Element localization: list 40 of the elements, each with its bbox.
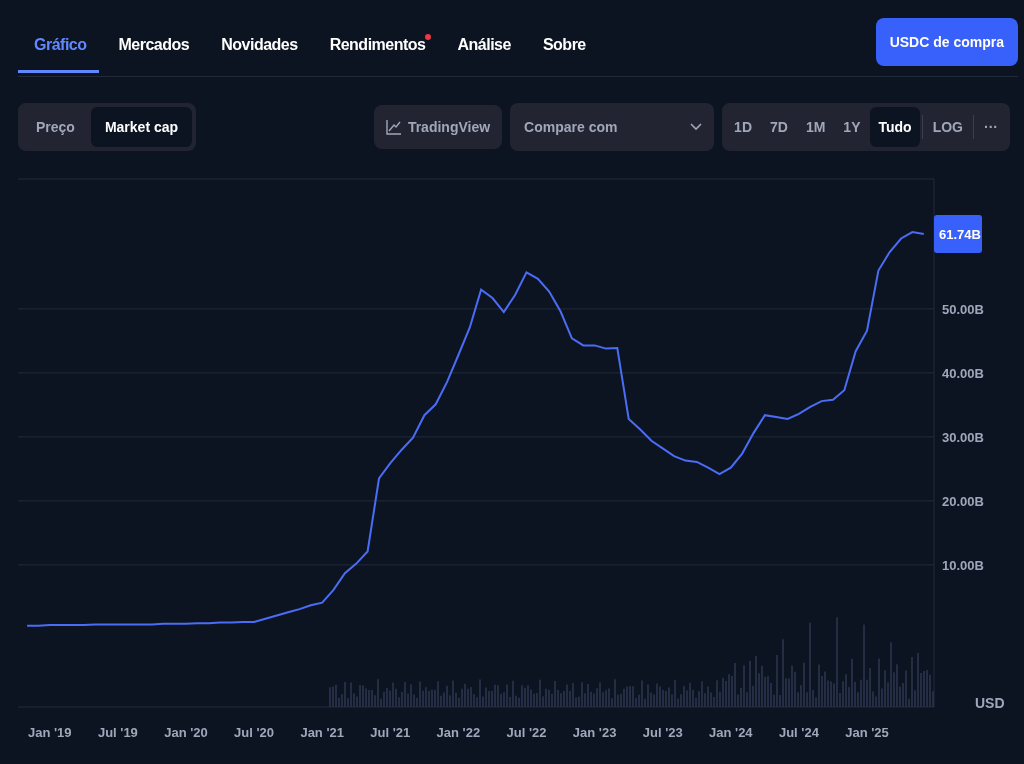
x-axis-label: Jan '21 [300,725,344,740]
currency-label: USD [975,695,1005,711]
chevron-down-icon [690,123,703,131]
line-chart-icon [385,119,402,135]
x-axis-label: Jan '19 [28,725,72,740]
nav-tab[interactable]: Mercados [102,21,202,73]
x-axis-label: Jan '25 [845,725,889,740]
nav-tab[interactable]: Gráfico [18,21,99,73]
buy-button[interactable]: USDC de compra [875,18,1018,66]
x-axis-label: Jan '24 [709,725,753,740]
chart-type-option[interactable]: Market cap [90,107,193,147]
nav-tab[interactable]: Sobre [526,21,598,73]
nav-tab[interactable]: Novidades [205,21,310,73]
y-axis-label: 40.00B [942,365,984,381]
time-range-option[interactable]: 1Y [835,107,869,147]
time-range-option[interactable]: 1D [726,107,760,147]
x-axis-label: Jan '20 [164,725,208,740]
x-axis-label: Jul '22 [506,725,547,740]
x-axis-label: Jan '22 [436,725,481,740]
log-scale-button[interactable]: LOG [924,107,971,147]
time-range-option[interactable]: 7D [762,107,796,147]
x-axis-label: Jul '20 [234,725,275,740]
nav-tab[interactable]: Análise [441,21,523,73]
nav-tab[interactable]: Rendimentos [313,21,438,73]
chart-type-option[interactable]: Preço [22,107,89,147]
x-axis-label: Jul '19 [97,725,138,740]
y-axis-label: 20.00B [942,493,984,509]
x-axis-label: Jul '23 [642,725,683,740]
y-axis-label: 30.00B [942,429,984,445]
y-axis-label: 10.00B [942,557,984,573]
current-value-tag: 61.74B [934,215,982,254]
more-button[interactable]: ··· [976,107,1006,147]
x-axis-label: Jul '21 [370,725,411,740]
time-range-option[interactable]: Tudo [870,107,920,147]
x-axis-label: Jan '23 [572,725,617,740]
time-range-option[interactable]: 1M [797,107,834,147]
x-axis-label: Jul '24 [778,725,819,740]
y-axis-label: 50.00B [942,301,984,317]
compare-dropdown[interactable]: Compare com [510,103,715,151]
tradingview-button[interactable]: TradingView [373,105,503,149]
